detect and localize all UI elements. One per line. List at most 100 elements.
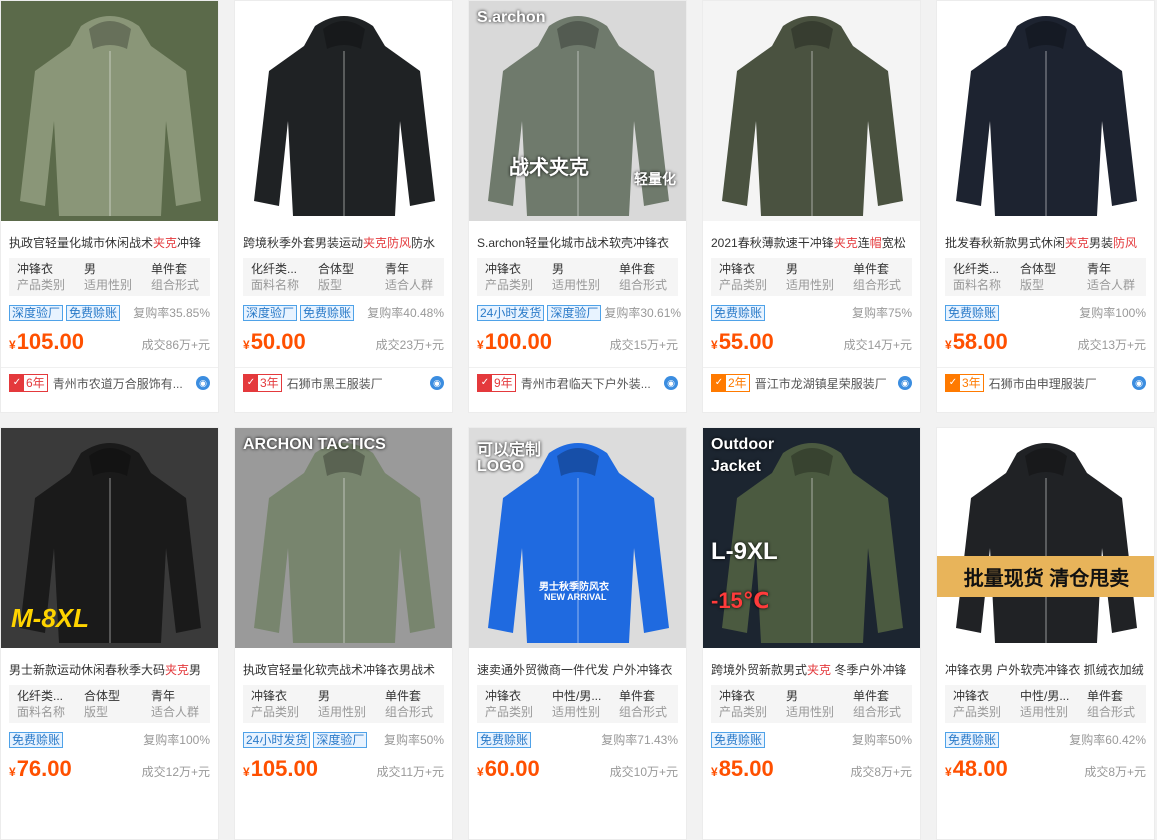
attribute-value: 男: [786, 262, 799, 276]
product-image[interactable]: [235, 1, 452, 221]
product-attributes: 化纤类... 面料名称 合体型 版型 青年 适合人群: [9, 685, 210, 723]
attribute-value: 中性/男...: [1020, 689, 1070, 703]
attribute-key: 组合形式: [385, 705, 434, 719]
attribute-value: 男: [786, 689, 799, 703]
product-card[interactable]: 批量现货 清仓甩卖冲锋衣男 户外软壳冲锋衣 抓绒衣加绒冲锋衣 产品类别 中性/男..…: [936, 427, 1155, 840]
product-image[interactable]: M-8XL: [1, 428, 218, 648]
repurchase-rate: 复购率100%: [1079, 306, 1146, 320]
shop-name[interactable]: 石狮市黑王服装厂: [287, 375, 426, 392]
title-segment: 执政官轻量化软壳战术冲锋衣男战术: [243, 663, 436, 677]
badge-icon: ✓: [10, 375, 24, 391]
product-image[interactable]: Outdoor Jacket L-9XL -15℃: [703, 428, 920, 648]
shop-name[interactable]: 青州市农道万合服饰有...: [53, 375, 192, 392]
currency-symbol: ¥: [243, 765, 250, 779]
tag-row: 深度验厂 免费赊账 复购率40.48%: [243, 304, 444, 321]
product-attributes: 冲锋衣 产品类别男适用性别 单件套 组合形式: [711, 685, 912, 723]
currency-symbol: ¥: [711, 338, 718, 352]
product-title[interactable]: 冲锋衣男 户外软壳冲锋衣 抓绒衣加绒: [945, 662, 1146, 678]
shop-row[interactable]: ✓ 3年 石狮市黑王服装厂 ◉: [235, 368, 452, 398]
attribute-key: 版型: [318, 278, 343, 292]
product-attributes: 冲锋衣 产品类别 中性/男... 适用性别 单件套 组合形式: [477, 685, 678, 723]
product-image[interactable]: 批量现货 清仓甩卖: [937, 428, 1154, 648]
product-title[interactable]: S.archon轻量化城市战术软壳冲锋衣: [477, 235, 678, 251]
badge-icon: ✓: [244, 375, 258, 391]
shop-name[interactable]: 石狮市由申理服装厂: [989, 375, 1128, 392]
product-title[interactable]: 男士新款运动休闲春秋季大码夹克男: [9, 662, 210, 678]
chat-icon[interactable]: ◉: [430, 376, 444, 390]
product-card[interactable]: M-8XL 男士新款运动休闲春秋季大码夹克男化纤类... 面料名称 合体型 版型 青年 适合…: [0, 427, 219, 840]
attribute-key: 适用性别: [318, 705, 367, 719]
product-title[interactable]: 2021春秋薄款速干冲锋夹克连帽宽松: [711, 235, 912, 251]
attribute-key: 适用性别: [786, 278, 835, 292]
price: 55.00: [718, 329, 774, 354]
chat-icon[interactable]: ◉: [898, 376, 912, 390]
attribute: 单件套 组合形式: [611, 261, 678, 296]
attribute-value: 合体型: [1020, 262, 1057, 276]
attribute-value: 青年: [385, 262, 410, 276]
jacket-illustration: [1, 1, 218, 221]
product-image[interactable]: [937, 1, 1154, 221]
repurchase-rate: 复购率60.42%: [1069, 733, 1146, 747]
years-badge: ✓ 9年: [477, 374, 516, 392]
attribute: 男适用性别: [778, 261, 845, 296]
product-title[interactable]: 执政官轻量化软壳战术冲锋衣男战术: [243, 662, 444, 678]
currency-symbol: ¥: [9, 338, 16, 352]
service-tag: 深度验厂: [243, 304, 298, 321]
attribute-value: 合体型: [318, 262, 355, 276]
product-card[interactable]: S.archon 战术夹克 轻量化 S.archon轻量化城市战术软壳冲锋衣冲锋衣 产品…: [468, 0, 687, 413]
chat-icon[interactable]: ◉: [664, 376, 678, 390]
attribute-value: 单件套: [385, 689, 422, 703]
jacket-illustration: [235, 428, 452, 648]
product-card[interactable]: 可以定制 LOGO 男士秋季防风衣 NEW ARRIVAL 速卖通外贸微商一件代发 户外…: [468, 427, 687, 840]
currency-symbol: ¥: [711, 765, 718, 779]
service-tag: 深度验厂: [313, 731, 368, 748]
product-attributes: 冲锋衣 产品类别 中性/男... 适用性别 单件套 组合形式: [945, 685, 1146, 723]
jacket-illustration: [235, 1, 452, 221]
shop-row[interactable]: ✓ 3年 石狮市由申理服装厂 ◉: [937, 368, 1154, 398]
product-card[interactable]: 2021春秋薄款速干冲锋夹克连帽宽松 冲锋衣 产品类别男适用性别 单件套 组合形式 免费赊…: [702, 0, 921, 413]
product-image[interactable]: [703, 1, 920, 221]
attribute: 单件套 组合形式: [143, 261, 210, 296]
title-segment: 男装: [1089, 236, 1114, 250]
years-count: 3年: [962, 376, 981, 390]
attribute: 冲锋衣 产品类别: [477, 261, 544, 296]
product-image[interactable]: S.archon 战术夹克 轻量化: [469, 1, 686, 221]
product-image[interactable]: ARCHON TACTICS: [235, 428, 452, 648]
shop-row[interactable]: ✓ 2年 晋江市龙湖镇星荣服装厂 ◉: [703, 368, 920, 398]
product-title[interactable]: 跨境秋季外套男装运动夹克防风防水: [243, 235, 444, 251]
price: 105.00: [16, 329, 84, 354]
product-attributes: 冲锋衣 产品类别男适用性别 单件套 组合形式: [9, 258, 210, 296]
service-tag: 免费赊账: [66, 304, 121, 321]
title-segment: 夹克: [1065, 236, 1090, 250]
service-tag: 24小时发货: [477, 304, 545, 321]
shop-name[interactable]: 晋江市龙湖镇星荣服装厂: [755, 375, 894, 392]
image-overlay-text: S.archon: [477, 9, 546, 26]
product-image[interactable]: 可以定制 LOGO 男士秋季防风衣 NEW ARRIVAL: [469, 428, 686, 648]
shop-row[interactable]: ✓ 6年 青州市农道万合服饰有... ◉: [1, 368, 218, 398]
attribute-value: 冲锋衣: [719, 689, 756, 703]
attribute-key: 组合形式: [151, 278, 200, 292]
product-title[interactable]: 跨境外贸新款男式夹克 冬季户外冲锋: [711, 662, 912, 678]
attribute: 单件套 组合形式: [845, 688, 912, 723]
shop-row[interactable]: ✓ 9年 青州市君临天下户外装... ◉: [469, 368, 686, 398]
product-card[interactable]: 批发春秋新款男式休闲夹克男装防风 化纤类... 面料名称 合体型 版型 青年 适合人群 免费赊…: [936, 0, 1155, 413]
product-title[interactable]: 速卖通外贸微商一件代发 户外冲锋衣: [477, 662, 678, 678]
product-card[interactable]: Outdoor Jacket L-9XL -15℃ 跨境外贸新款男式夹克 冬季户外冲锋冲…: [702, 427, 921, 840]
shop-name[interactable]: 青州市君临天下户外装...: [521, 375, 660, 392]
service-tag: 免费赊账: [300, 304, 355, 321]
product-title[interactable]: 执政官轻量化城市休闲战术夹克冲锋: [9, 235, 210, 251]
product-card[interactable]: 跨境秋季外套男装运动夹克防风防水 化纤类... 面料名称 合体型 版型 青年 适合人群 深度验…: [234, 0, 453, 413]
years-badge: ✓ 6年: [9, 374, 48, 392]
attribute-value: 单件套: [619, 689, 656, 703]
repurchase-rate: 复购率40.48%: [367, 306, 444, 320]
product-card[interactable]: ARCHON TACTICS 执政官轻量化软壳战术冲锋衣男战术 冲锋衣 产品类别男适用…: [234, 427, 453, 840]
attribute: 男适用性别: [544, 261, 611, 296]
chat-icon[interactable]: ◉: [1132, 376, 1146, 390]
attribute: 单件套 组合形式: [611, 688, 678, 723]
repurchase-rate: 复购率75%: [851, 306, 912, 320]
attribute-value: 化纤类...: [251, 262, 298, 276]
chat-icon[interactable]: ◉: [196, 376, 210, 390]
product-card[interactable]: 执政官轻量化城市休闲战术夹克冲锋 冲锋衣 产品类别男适用性别 单件套 组合形式 深度验厂免…: [0, 0, 219, 413]
product-image[interactable]: [1, 1, 218, 221]
product-title[interactable]: 批发春秋新款男式休闲夹克男装防风: [945, 235, 1146, 251]
